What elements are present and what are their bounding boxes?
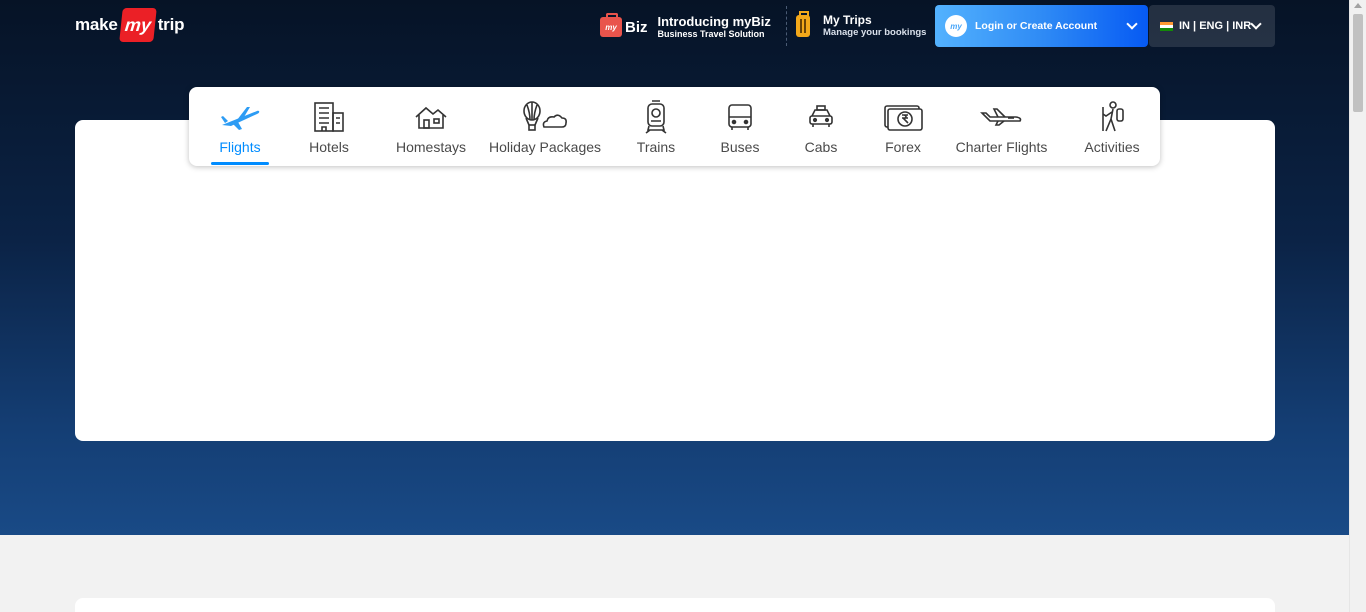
mybiz-title: Introducing myBiz: [657, 14, 771, 29]
logo-trip-text: trip: [157, 15, 185, 34]
nav-label: Charter Flights: [955, 139, 1048, 155]
nav-label: Buses: [720, 139, 760, 155]
service-nav: Flights Hotels Homestays Holiday Package…: [189, 87, 1160, 166]
rupee-note-icon: [880, 100, 926, 134]
nav-label: Cabs: [804, 139, 838, 155]
my-trips-title: My Trips: [823, 13, 872, 27]
nav-item-cabs[interactable]: Cabs: [802, 87, 840, 166]
scrollbar-thumb[interactable]: [1353, 14, 1363, 112]
locale-selector[interactable]: IN | ENG | INR: [1149, 5, 1275, 47]
search-card: [75, 120, 1275, 441]
content-card: [75, 598, 1275, 612]
nav-label: Holiday Packages: [488, 139, 602, 155]
locale-label: IN | ENG | INR: [1179, 20, 1252, 32]
mybiz-word: Biz: [625, 18, 648, 36]
hiker-icon: [1089, 100, 1135, 134]
airplane-icon: [217, 100, 263, 134]
nav-item-trains[interactable]: Trains: [634, 87, 678, 166]
scroll-up-icon[interactable]: [1354, 3, 1362, 8]
nav-item-homestays[interactable]: Homestays: [394, 87, 468, 166]
page-scrollbar[interactable]: [1349, 0, 1366, 612]
nav-item-forex[interactable]: Forex: [882, 87, 924, 166]
nav-item-hotels[interactable]: Hotels: [299, 87, 359, 166]
mybiz-promo[interactable]: my Biz Introducing myBiz Business Travel…: [600, 13, 771, 40]
bus-icon: [717, 100, 763, 134]
hotel-building-icon: [306, 100, 352, 134]
nav-label: Trains: [636, 139, 676, 155]
active-tab-indicator: [211, 162, 269, 165]
logo-make-text: make: [75, 15, 118, 34]
chevron-down-icon: [1250, 18, 1262, 30]
mybiz-bag-icon: my: [600, 13, 622, 37]
nav-label: Homestays: [395, 139, 467, 155]
my-trips-link[interactable]: My Trips Manage your bookings: [796, 11, 927, 39]
nav-item-holiday-packages[interactable]: Holiday Packages: [488, 87, 602, 166]
mybiz-subtitle: Business Travel Solution: [657, 29, 765, 39]
nav-label: Activities: [1084, 139, 1140, 155]
nav-label: Forex: [885, 139, 921, 155]
balloon-cloud-icon: [520, 100, 570, 134]
login-button[interactable]: my Login or Create Account: [935, 5, 1148, 47]
india-flag-icon: [1160, 21, 1173, 31]
login-label: Login or Create Account: [975, 20, 1098, 32]
makemytrip-logo[interactable]: make my trip: [75, 8, 184, 42]
luggage-icon: [796, 11, 810, 37]
nav-item-charter-flights[interactable]: Charter Flights: [954, 87, 1049, 166]
nav-item-buses[interactable]: Buses: [719, 87, 761, 166]
private-jet-icon: [979, 100, 1025, 134]
my-trips-subtitle: Manage your bookings: [823, 27, 927, 38]
train-icon: [633, 100, 679, 134]
nav-label: Flights: [219, 139, 261, 155]
login-avatar-icon: my: [945, 15, 967, 37]
taxi-icon: [798, 100, 844, 134]
logo-my-badge: my: [118, 8, 157, 42]
nav-label: Hotels: [309, 139, 349, 155]
header-divider: [786, 6, 787, 46]
nav-item-activities[interactable]: Activities: [1082, 87, 1142, 166]
house-icon: [408, 100, 454, 134]
chevron-down-icon: [1126, 18, 1138, 30]
nav-item-flights[interactable]: Flights: [211, 87, 269, 166]
